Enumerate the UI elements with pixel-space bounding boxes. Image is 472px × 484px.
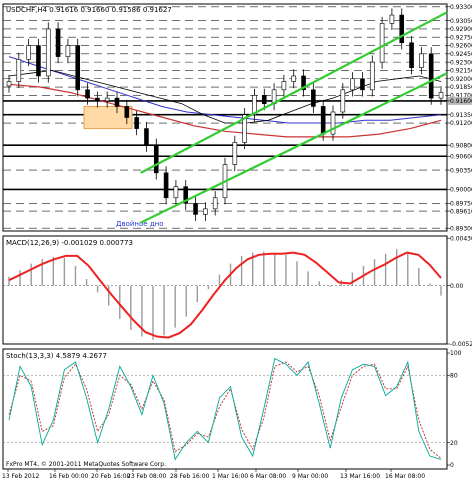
candle-body <box>281 81 287 91</box>
x-tick-label: 28 Feb 16:00 <box>170 473 210 480</box>
candle-body <box>419 53 424 68</box>
y-tick-label: 0.93300 <box>450 4 472 11</box>
chart-window: USDCHF,H4 0.91616 0.91660 0.91586 0.9162… <box>0 0 472 480</box>
candle-body <box>124 106 130 118</box>
x-tick-label: 16 Feb 00:00 <box>49 473 89 480</box>
y-tick-label: 0.90800 <box>450 142 472 149</box>
y-tick-label: 0.90350 <box>450 167 472 174</box>
candle-body <box>16 59 22 82</box>
macd-title: MACD(12,26,9) -0.001029 0.000773 <box>6 239 133 247</box>
candle-body <box>65 45 71 57</box>
candle-body <box>75 45 81 91</box>
candle-body <box>399 14 405 44</box>
y-tick-label: 0.91850 <box>450 84 472 91</box>
candle-body <box>114 97 120 107</box>
candle-body <box>193 203 198 215</box>
candle-body <box>173 186 179 199</box>
candle-body <box>85 89 90 99</box>
candle-body <box>350 78 355 91</box>
candle-body <box>291 75 297 82</box>
candle-body <box>45 28 51 77</box>
candle-body <box>153 144 159 174</box>
candle-body <box>36 45 41 77</box>
y-tick-label: 0.91600 <box>450 98 472 105</box>
x-tick-label: 23 Feb 08:00 <box>127 473 167 480</box>
price-title: USDCHF,H4 0.91616 0.91660 0.91586 0.9162… <box>6 6 172 14</box>
candle-body <box>369 61 375 91</box>
stoch-y-tick-label: 0 <box>450 462 454 469</box>
candle-body <box>26 45 31 60</box>
y-tick-label: 0.92150 <box>450 68 472 75</box>
candle-body <box>261 95 267 104</box>
x-tick-label: 9 Mar 00:00 <box>292 473 328 480</box>
x-tick-label: 1 Mar 16:00 <box>212 473 248 480</box>
y-tick-label: 0.90600 <box>450 153 472 160</box>
stoch-y-tick-label: 100 <box>450 350 462 357</box>
x-tick-label: 13 Feb 2012 <box>2 473 40 480</box>
x-tick-label: 20 Feb 16:00 <box>91 473 131 480</box>
candle-body <box>95 97 100 102</box>
candle-body <box>144 128 149 146</box>
chart-svg: USDCHF,H4 0.91616 0.91660 0.91586 0.9162… <box>0 0 472 480</box>
y-tick-label: 0.92900 <box>450 26 472 33</box>
candle-body <box>389 14 395 24</box>
y-tick-label: 0.90000 <box>450 187 472 194</box>
candle-body <box>203 208 208 215</box>
x-tick-label: 16 Mar 08:00 <box>385 473 425 480</box>
y-tick-label: 0.91200 <box>450 120 472 127</box>
x-tick-label: 13 Mar 16:00 <box>340 473 380 480</box>
candle-body <box>163 172 169 199</box>
stoch-title: Stoch(13,3,3) 4.5879 4.2677 <box>6 352 107 360</box>
x-tick-label: 6 Mar 08:00 <box>250 473 286 480</box>
candle-body <box>438 92 444 99</box>
candle-body <box>379 23 385 63</box>
candle-body <box>104 97 110 102</box>
candle-body <box>428 53 434 99</box>
y-tick-label: 0.89300 <box>450 225 472 232</box>
y-tick-label: 0.89750 <box>450 201 472 208</box>
candle-body <box>134 117 139 129</box>
candle-body <box>6 81 12 87</box>
candle-body <box>212 197 218 210</box>
y-tick-label: 0.92750 <box>450 34 472 41</box>
candle-body <box>320 106 326 135</box>
y-tick-label: 0.92450 <box>450 51 472 58</box>
macd-y-tick-label: 0.00430 <box>450 235 472 242</box>
candle-body <box>330 111 336 135</box>
macd-y-tick-label: -0.00528 <box>450 341 472 348</box>
y-tick-label: 0.91350 <box>450 112 472 119</box>
macd-y-tick-label: 0.00 <box>450 283 464 290</box>
y-tick-label: 0.92000 <box>450 76 472 83</box>
y-tick-label: 0.89610 <box>450 208 472 215</box>
y-tick-label: 0.92600 <box>450 43 472 50</box>
candle-body <box>311 89 316 107</box>
candle-body <box>55 28 61 57</box>
double-bottom-label: Двойное дно <box>116 220 164 228</box>
stoch-y-tick-label: 20 <box>450 440 458 447</box>
y-tick-label: 0.92300 <box>450 59 472 66</box>
candle-body <box>340 89 346 113</box>
y-tick-label: 0.93050 <box>450 18 472 25</box>
candle-body <box>232 142 238 165</box>
stoch-y-tick-label: 80 <box>450 373 458 380</box>
footer-text: FxPro MT4, © 2001-2011 MetaQuotes Softwa… <box>6 461 166 468</box>
candle-body <box>360 78 365 91</box>
candle-body <box>409 42 414 68</box>
